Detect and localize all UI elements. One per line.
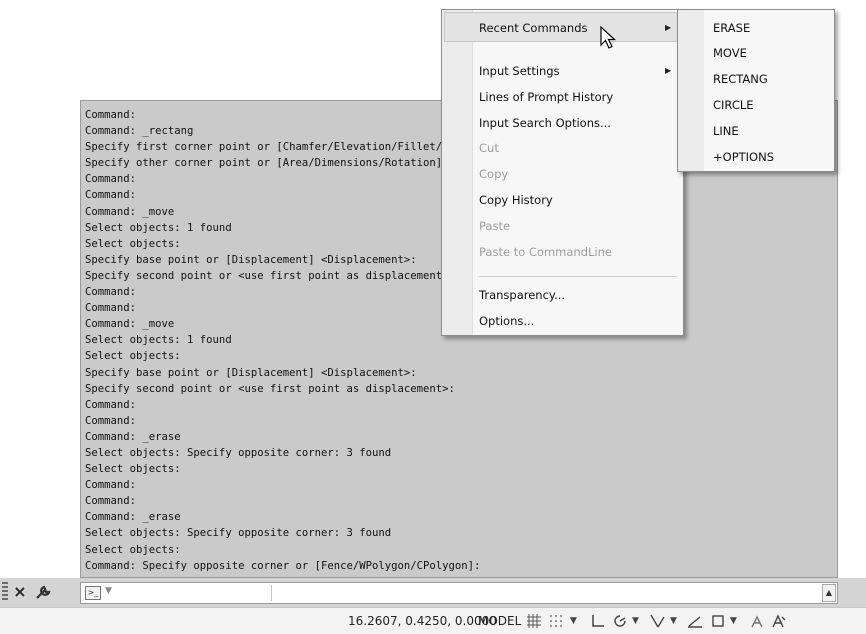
history-line: Specify base point or [Displacement] <Di… <box>85 366 417 379</box>
menu-item-paste-to-commandline: Paste to CommandLine <box>479 245 612 259</box>
coordinates-readout[interactable]: 16.2607, 0.4250, 0.0000 <box>348 614 497 628</box>
menu-separator <box>479 276 677 277</box>
submenu-arrow-icon: ▶ <box>665 23 672 32</box>
submenu-item-options[interactable]: +OPTIONS <box>713 150 774 164</box>
menu-item-cut: Cut <box>479 141 499 155</box>
menu-item-copy-history[interactable]: Copy History <box>479 193 553 207</box>
history-line: Command: <box>85 398 137 411</box>
mouse-cursor-icon <box>600 25 620 52</box>
submenu-item-move[interactable]: MOVE <box>713 46 747 60</box>
menu-gutter <box>442 10 473 335</box>
snap-icon[interactable] <box>548 613 564 629</box>
history-line: Command: <box>85 495 137 508</box>
isodraft-icon[interactable] <box>648 613 666 629</box>
annotation-scale-icon[interactable] <box>748 613 766 629</box>
close-icon[interactable]: × <box>12 582 28 602</box>
history-line: Command: Specify opposite corner or [Fen… <box>85 559 481 572</box>
menu-item-input-search-options[interactable]: Input Search Options... <box>479 116 611 130</box>
menu-gutter <box>678 10 704 171</box>
submenu-arrow-icon: ▶ <box>665 66 672 75</box>
model-space-button[interactable]: MODEL <box>478 614 521 628</box>
chevron-down-icon[interactable]: ▼ <box>632 613 639 629</box>
menu-item-options[interactable]: Options... <box>479 314 534 328</box>
menu-item-paste: Paste <box>479 219 511 233</box>
grid-icon[interactable] <box>526 613 542 629</box>
history-line: Select objects: <box>85 543 181 556</box>
history-line: Command: _erase <box>85 430 181 443</box>
history-line: Command: _erase <box>85 511 181 524</box>
recent-commands-submenu: ERASE MOVE RECTANG CIRCLE LINE +OPTIONS <box>677 9 835 172</box>
history-line: Select objects: Specify opposite corner:… <box>85 446 392 459</box>
context-menu: Recent Commands ▶ Input Settings ▶ Lines… <box>441 9 684 336</box>
history-line: Specify second point or <use first point… <box>85 382 455 395</box>
history-line: Select objects: Specify opposite corner:… <box>85 527 392 540</box>
wrench-icon[interactable] <box>33 582 55 602</box>
object-snap-tracking-icon[interactable] <box>686 613 704 629</box>
chevron-down-icon[interactable]: ▼ <box>730 613 737 629</box>
chevron-down-icon[interactable]: ▼ <box>570 613 577 629</box>
scroll-up-button[interactable]: ▲ <box>822 584 836 602</box>
submenu-item-circle[interactable]: CIRCLE <box>713 98 754 112</box>
history-line: Select objects: <box>85 463 181 476</box>
command-prompt-icon[interactable]: >_ <box>85 586 101 600</box>
history-line: Command: <box>85 414 137 427</box>
submenu-item-line[interactable]: LINE <box>713 124 739 138</box>
chevron-down-icon[interactable]: ▼ <box>670 613 677 629</box>
ortho-icon[interactable] <box>590 613 606 629</box>
annotation-visibility-icon[interactable] <box>770 613 788 629</box>
polar-tracking-icon[interactable] <box>612 613 628 629</box>
object-snap-icon[interactable] <box>710 613 726 629</box>
submenu-item-erase[interactable]: ERASE <box>713 21 750 35</box>
menu-item-recent-commands[interactable]: Recent Commands <box>479 21 588 35</box>
history-line: Command: <box>85 479 137 492</box>
chevron-down-icon[interactable]: ▼ <box>105 586 112 596</box>
drag-grip-icon[interactable] <box>2 582 8 600</box>
command-input-field[interactable]: >_ ▼ <box>80 582 838 604</box>
submenu-item-rectang[interactable]: RECTANG <box>713 72 768 86</box>
divider <box>271 585 272 601</box>
menu-item-lines-of-prompt-history[interactable]: Lines of Prompt History <box>479 90 613 104</box>
status-bar: 16.2607, 0.4250, 0.0000 MODEL ▼ ▼ ▼ ▼ <box>0 607 866 634</box>
menu-item-transparency[interactable]: Transparency... <box>479 288 565 302</box>
history-line: Select objects: <box>85 350 181 363</box>
menu-item-copy: Copy <box>479 167 509 181</box>
menu-item-input-settings[interactable]: Input Settings <box>479 64 560 78</box>
